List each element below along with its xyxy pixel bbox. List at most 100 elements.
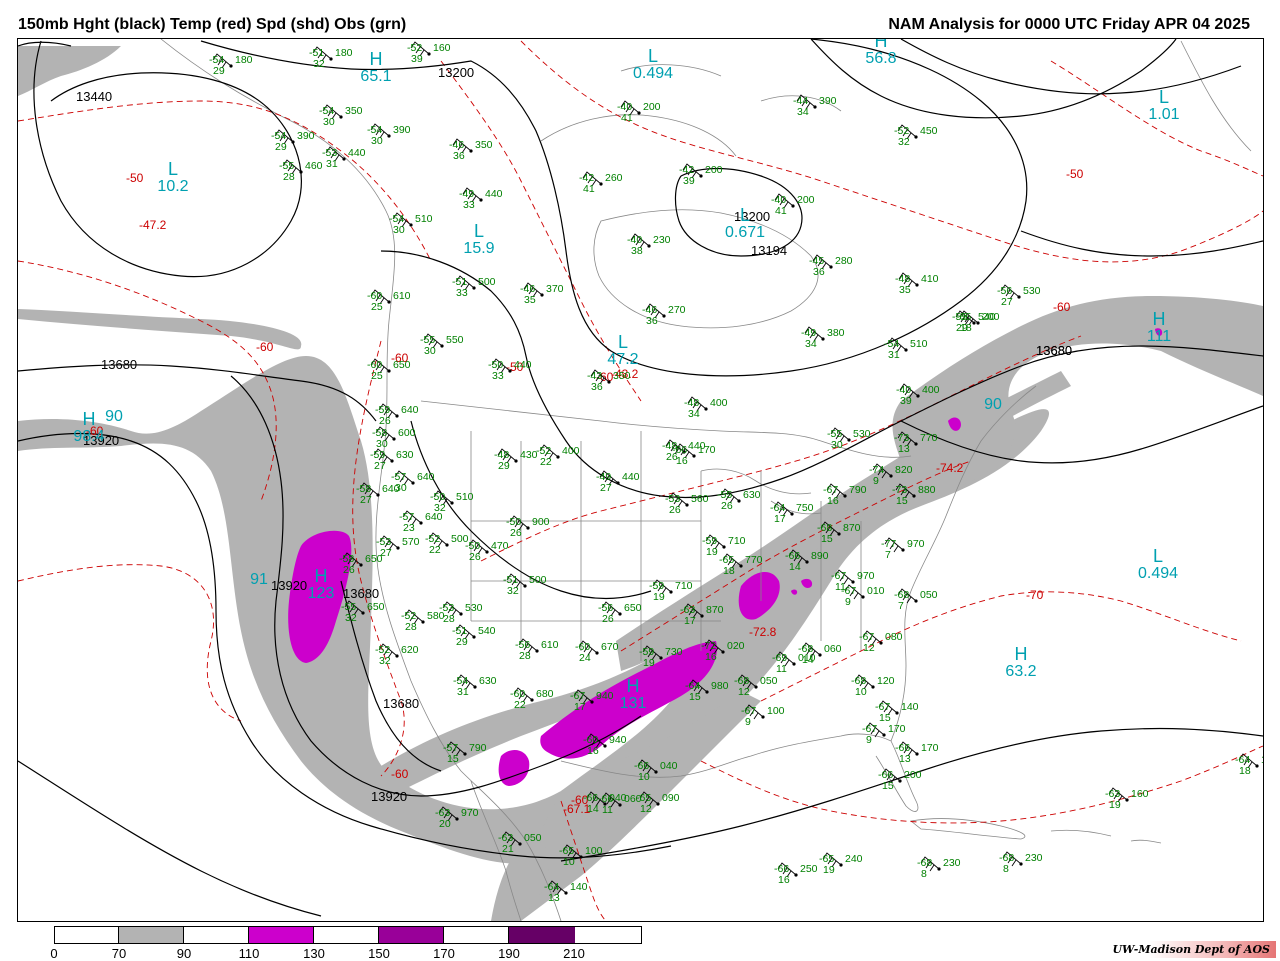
obs-height: 880 [918, 484, 936, 496]
obs-dewpoint-depression: 16 [778, 874, 790, 886]
station-marker [792, 662, 796, 666]
temperature-label: -60 [256, 340, 274, 354]
obs-dewpoint-depression: 19 [643, 657, 655, 669]
station-marker [392, 437, 396, 441]
obs-dewpoint-depression: 9 [845, 596, 851, 608]
obs-height: 640 [382, 483, 400, 495]
obs-dewpoint-depression: 9 [873, 475, 879, 487]
obs-height: 140 [1261, 754, 1263, 766]
height-label: 13440 [76, 89, 112, 104]
legend-bin-170-190 [444, 927, 509, 943]
obs-height: 510 [910, 338, 928, 350]
obs-dewpoint-depression: 30 [393, 224, 405, 236]
station-observation: -51 50033 [452, 275, 496, 299]
station-marker [395, 414, 399, 418]
obs-dewpoint-depression: 21 [502, 843, 514, 855]
station-marker [669, 590, 673, 594]
station-marker [463, 752, 467, 756]
obs-height: 400 [562, 445, 580, 457]
obs-dewpoint-depression: 17 [774, 513, 786, 525]
station-marker [387, 369, 391, 373]
obs-dewpoint-depression: 14 [789, 561, 801, 573]
obs-height: 940 [609, 734, 627, 746]
station-observation: -42 20039 [679, 163, 723, 187]
obs-dewpoint-depression: 15 [821, 533, 833, 545]
high-center-letter: H [315, 566, 328, 586]
station-marker [914, 599, 918, 603]
legend-bin-190-210 [509, 927, 575, 943]
station-marker [861, 595, 865, 599]
station-marker [427, 52, 431, 56]
greenland-coast [1180, 40, 1252, 152]
obs-height: 970 [857, 570, 875, 582]
height-contour-13440-atl [1020, 230, 1263, 257]
station-observation: -66 17013 [895, 741, 939, 765]
station-marker [647, 244, 651, 248]
pressure-center: H63.2 [1005, 644, 1036, 680]
station-observation: -66 20015 [878, 768, 922, 792]
obs-height: 390 [819, 95, 837, 107]
height-contour-13440 [18, 40, 302, 278]
obs-dewpoint-depression: 34 [688, 408, 700, 420]
legend-tick-label: 190 [498, 946, 520, 961]
station-marker [518, 842, 522, 846]
height-label: 13680 [343, 586, 379, 601]
obs-height: 350 [475, 139, 493, 151]
station-observation: -56 65026 [598, 601, 642, 625]
obs-dewpoint-depression: 30 [424, 345, 436, 357]
station-marker [376, 493, 380, 497]
obs-dewpoint-depression: 15 [447, 753, 459, 765]
station-observation: -45 28036 [809, 254, 853, 278]
temperature-label: -72.8 [749, 625, 777, 639]
station-marker [329, 57, 333, 61]
obs-height: 440 [485, 188, 503, 200]
station-marker [879, 641, 883, 645]
height-label: 13194 [751, 243, 787, 258]
obs-dewpoint-depression: 30 [831, 439, 843, 451]
chart-title: 150mb Hght (black) Temp (red) Spd (shd) … [18, 16, 407, 33]
station-observation: -46 27036 [642, 303, 686, 327]
obs-height: 050 [524, 832, 542, 844]
station-marker [473, 685, 477, 689]
obs-dewpoint-depression: 19 [823, 864, 835, 876]
low-center-letter: L [168, 159, 178, 179]
height-contour-13200-north [200, 39, 1028, 377]
obs-dewpoint-depression: 36 [646, 315, 658, 327]
obs-dewpoint-depression: 32 [345, 612, 357, 624]
station-marker [847, 438, 851, 442]
station-marker [472, 286, 476, 290]
station-marker [722, 545, 726, 549]
station-observation: -55 46028 [279, 159, 323, 183]
station-observation: -77 9707 [881, 537, 925, 561]
station-marker [659, 656, 663, 660]
obs-height: 570 [402, 536, 420, 548]
station-observation: -53 56026 [665, 492, 709, 516]
obs-height: 160 [433, 42, 451, 54]
station-marker [721, 650, 725, 654]
station-observation: -46 37035 [520, 282, 564, 306]
obs-height: 170 [921, 742, 939, 754]
obs-height: 640 [401, 404, 419, 416]
station-marker [618, 803, 622, 807]
station-observation: -51 50032 [503, 573, 547, 597]
station-marker [579, 855, 583, 859]
obs-height: 020 [727, 640, 745, 652]
center-speed-value: 111 [1147, 328, 1171, 345]
obs-dewpoint-depression: 27 [1001, 296, 1013, 308]
pressure-center: H65.1 [360, 49, 391, 85]
obs-height: 680 [536, 688, 554, 700]
legend-bin-70-90 [119, 927, 184, 943]
obs-height: 630 [396, 449, 414, 461]
obs-dewpoint-depression: 16 [587, 745, 599, 757]
legend-tick-label: 150 [368, 946, 390, 961]
station-observation: -65 24019 [819, 852, 863, 876]
obs-dewpoint-depression: 32 [313, 58, 325, 70]
center-speed-value: 123 [308, 585, 335, 602]
legend-bin-150-170 [379, 927, 444, 943]
station-marker [637, 111, 641, 115]
station-marker [411, 481, 415, 485]
station-marker [915, 752, 919, 756]
station-marker [662, 314, 666, 318]
cuba [910, 818, 1026, 840]
obs-dewpoint-depression: 26 [721, 500, 733, 512]
